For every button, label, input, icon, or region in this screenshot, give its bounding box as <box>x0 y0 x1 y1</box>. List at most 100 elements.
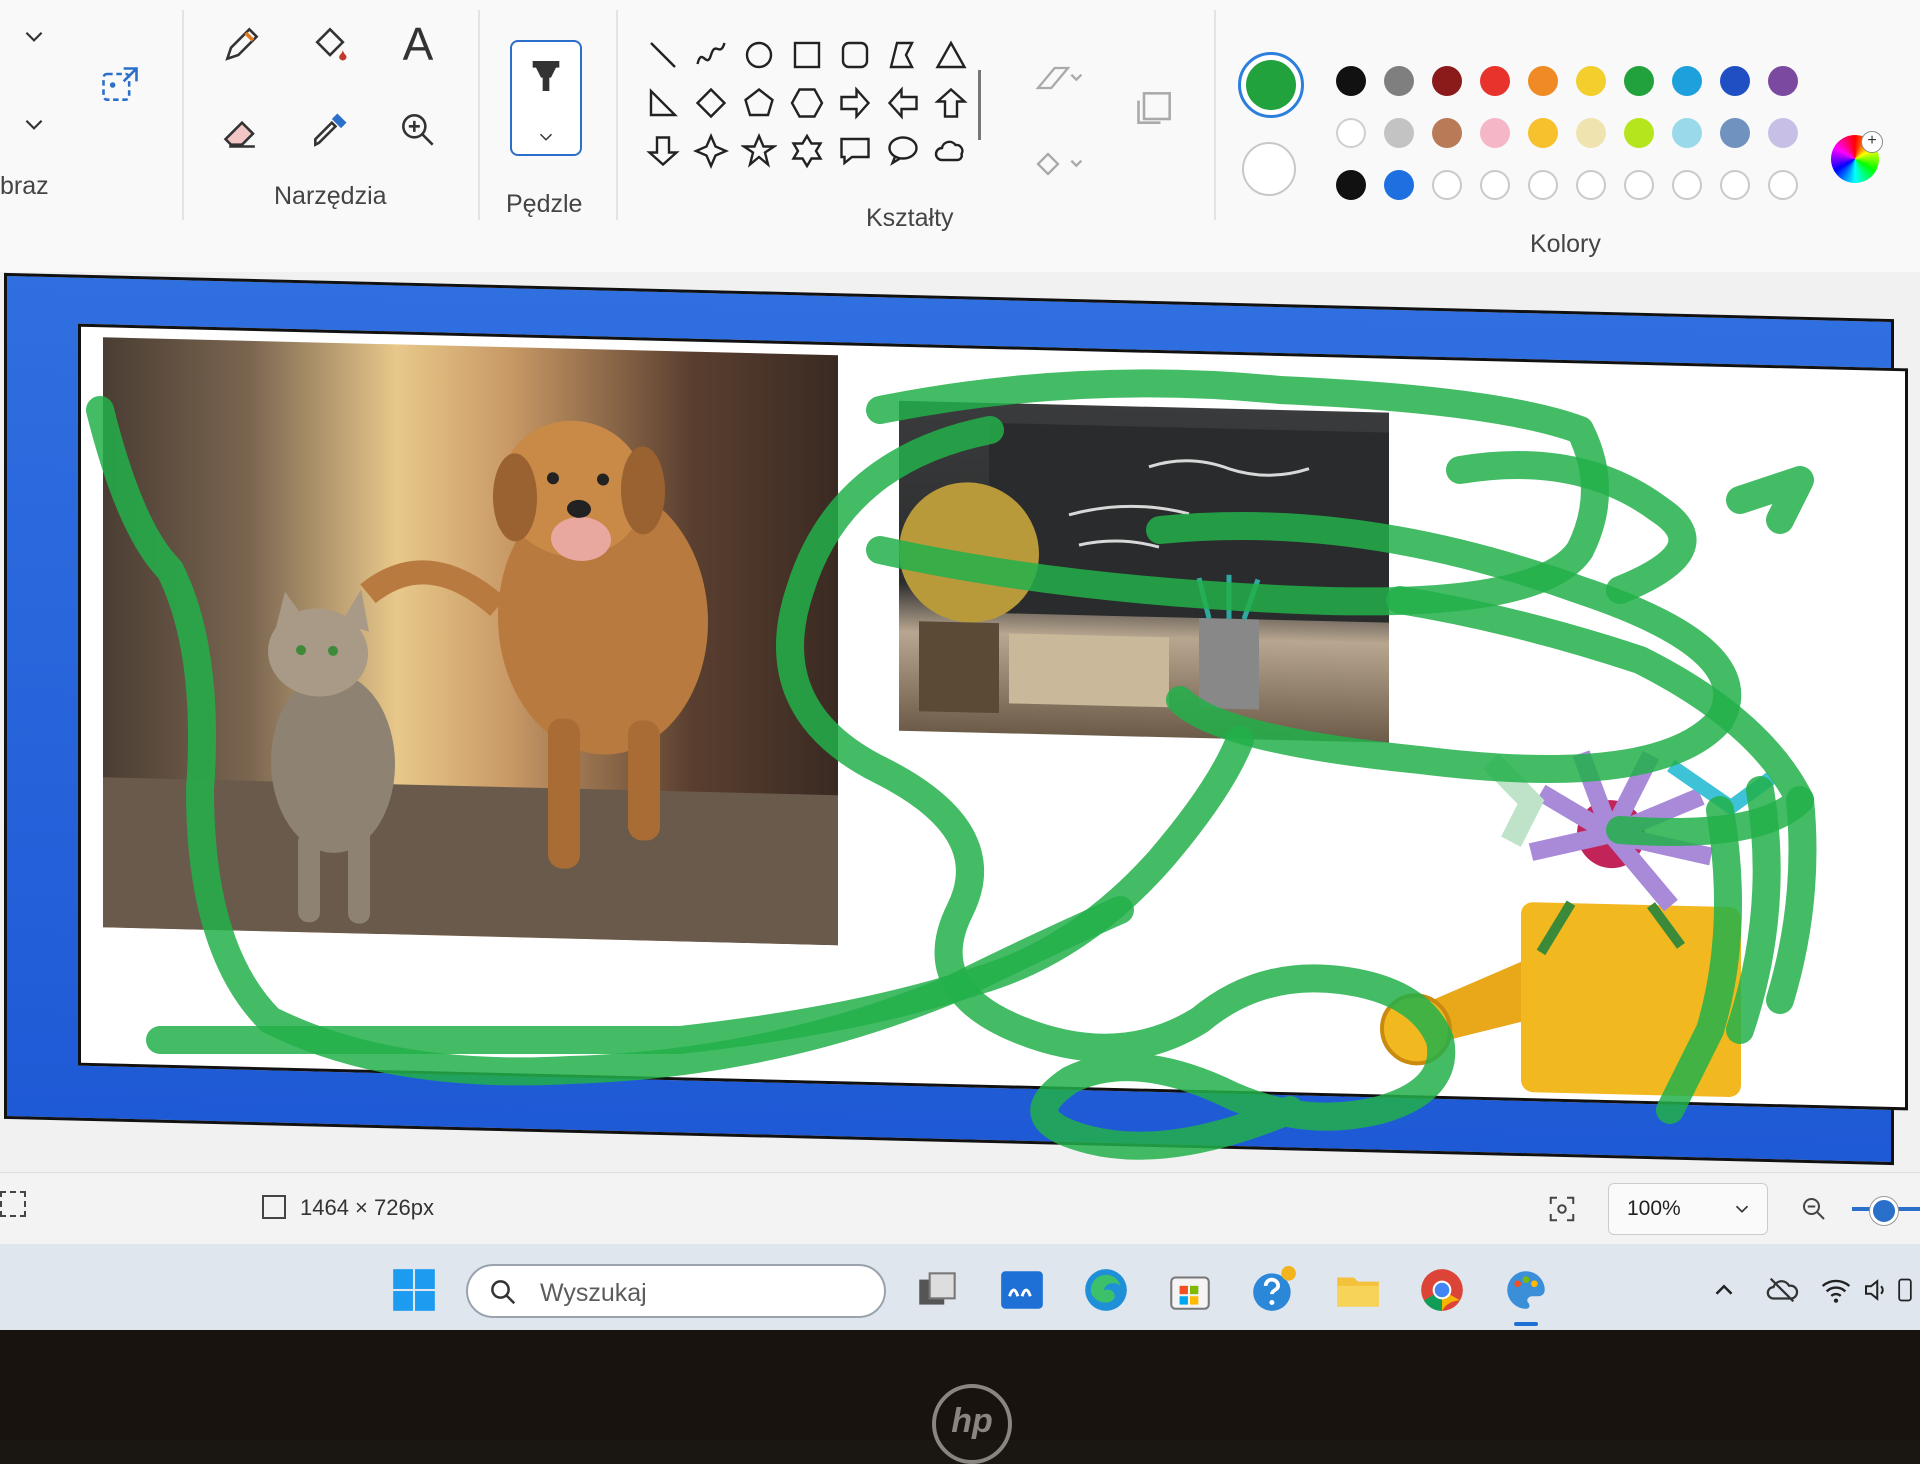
chevron-down-icon[interactable] <box>4 96 64 152</box>
dog-and-cat-photo <box>103 337 838 946</box>
color-swatch[interactable] <box>1432 66 1462 96</box>
color-swatch[interactable] <box>1480 118 1510 148</box>
five-point-star-shape-icon[interactable] <box>738 130 780 172</box>
text-tool-icon[interactable]: A <box>390 16 446 72</box>
school-chalkboard-photo <box>899 400 1389 743</box>
layers-icon[interactable] <box>1120 80 1190 136</box>
custom-color-slot[interactable] <box>1528 170 1558 200</box>
custom-color-slot[interactable] <box>1720 170 1750 200</box>
paint-app-icon[interactable] <box>1498 1262 1554 1326</box>
fit-to-window-icon[interactable] <box>1534 1181 1590 1237</box>
chevron-up-icon[interactable] <box>1696 1262 1752 1318</box>
windows-start-icon[interactable] <box>386 1262 442 1318</box>
eraser-icon[interactable] <box>214 102 270 158</box>
status-bar: 1464 × 726px 100% <box>0 1172 1920 1245</box>
divider <box>478 10 480 220</box>
chevron-down-icon <box>539 133 553 141</box>
custom-color-slot[interactable] <box>1672 170 1702 200</box>
color-swatch[interactable] <box>1672 66 1702 96</box>
color-swatch[interactable] <box>1768 66 1798 96</box>
custom-color-slot[interactable] <box>1576 170 1606 200</box>
polygon-shape-icon[interactable] <box>882 34 924 76</box>
get-help-icon[interactable] <box>1246 1262 1302 1318</box>
color-swatch[interactable] <box>1768 118 1798 148</box>
rect-callout-shape-icon[interactable] <box>834 130 876 172</box>
custom-color-slot[interactable] <box>1432 170 1462 200</box>
color-swatch[interactable] <box>1336 118 1366 148</box>
zoom-value: 100% <box>1627 1197 1681 1220</box>
colors-group-label: Kolory <box>1530 230 1601 258</box>
custom-color-slot[interactable] <box>1768 170 1798 200</box>
onedrive-icon[interactable] <box>1754 1262 1810 1318</box>
color-1-swatch[interactable] <box>1238 52 1304 118</box>
microsoft-store-icon[interactable] <box>1162 1262 1218 1318</box>
color-swatch[interactable] <box>1624 118 1654 148</box>
chevron-down-icon <box>1735 1205 1749 1213</box>
battery-icon[interactable] <box>1890 1262 1920 1318</box>
magnifier-icon[interactable] <box>390 102 446 158</box>
color-2-swatch[interactable] <box>1242 142 1296 196</box>
fill-bucket-icon[interactable] <box>302 16 358 72</box>
color-swatch[interactable] <box>1624 66 1654 96</box>
color-swatch[interactable] <box>1576 66 1606 96</box>
hexagon-shape-icon[interactable] <box>786 82 828 124</box>
color-swatch[interactable] <box>1720 118 1750 148</box>
color-swatch[interactable] <box>1336 170 1366 200</box>
arrow-left-shape-icon[interactable] <box>882 82 924 124</box>
curve-shape-icon[interactable] <box>690 34 732 76</box>
arrow-right-shape-icon[interactable] <box>834 82 876 124</box>
zoom-dropdown[interactable]: 100% <box>1608 1183 1768 1235</box>
four-point-star-shape-icon[interactable] <box>690 130 732 172</box>
color-swatch[interactable] <box>1432 118 1462 148</box>
zoom-out-icon[interactable] <box>1786 1181 1842 1237</box>
triangle-shape-icon[interactable] <box>930 34 972 76</box>
custom-color-slot[interactable] <box>1624 170 1654 200</box>
canvas-size-readout: 1464 × 726px <box>300 1195 434 1220</box>
pencil-icon[interactable] <box>214 16 270 72</box>
color-swatch[interactable] <box>1480 66 1510 96</box>
diamond-shape-icon[interactable] <box>690 82 732 124</box>
six-point-star-shape-icon[interactable] <box>786 130 828 172</box>
chevron-down-icon[interactable] <box>4 8 64 64</box>
color-swatch[interactable] <box>1672 118 1702 148</box>
shapes-group-label: Kształty <box>866 204 954 232</box>
pentagon-shape-icon[interactable] <box>738 82 780 124</box>
color-swatch[interactable] <box>1528 66 1558 96</box>
outline-style-icon[interactable] <box>1018 50 1098 106</box>
canvas[interactable] <box>78 323 1908 1111</box>
edit-colors-icon[interactable]: + <box>1824 128 1886 190</box>
taskbar-search[interactable]: Wyszukaj <box>466 1264 886 1318</box>
arrow-up-shape-icon[interactable] <box>930 82 972 124</box>
myhp-app-icon[interactable] <box>994 1262 1050 1318</box>
zoom-slider-thumb[interactable] <box>1870 1197 1898 1225</box>
color-swatch[interactable] <box>1384 170 1414 200</box>
color-picker-icon[interactable] <box>302 102 358 158</box>
line-shape-icon[interactable] <box>642 34 684 76</box>
search-placeholder: Wyszukaj <box>540 1279 647 1307</box>
brushes-button[interactable] <box>510 40 582 156</box>
arrow-down-shape-icon[interactable] <box>642 130 684 172</box>
tools-group-label: Narzędzia <box>274 182 387 210</box>
edge-browser-icon[interactable] <box>1078 1262 1134 1318</box>
color-swatch[interactable] <box>1384 66 1414 96</box>
right-triangle-shape-icon[interactable] <box>642 82 684 124</box>
color-swatch[interactable] <box>1336 66 1366 96</box>
rectangle-shape-icon[interactable] <box>786 34 828 76</box>
color-swatch[interactable] <box>1576 118 1606 148</box>
custom-color-slot[interactable] <box>1480 170 1510 200</box>
shapes-scrollbar[interactable] <box>978 70 981 140</box>
plus-icon: + <box>1861 131 1883 153</box>
task-view-icon[interactable] <box>910 1262 966 1318</box>
image-resize-icon[interactable] <box>90 50 150 120</box>
oval-callout-shape-icon[interactable] <box>882 130 924 172</box>
file-explorer-icon[interactable] <box>1330 1262 1386 1318</box>
oval-shape-icon[interactable] <box>738 34 780 76</box>
color-swatch[interactable] <box>1528 118 1558 148</box>
fill-style-icon[interactable] <box>1018 136 1098 192</box>
rounded-rectangle-shape-icon[interactable] <box>834 34 876 76</box>
divider <box>616 10 618 220</box>
color-swatch[interactable] <box>1384 118 1414 148</box>
chrome-browser-icon[interactable] <box>1414 1262 1470 1318</box>
color-swatch[interactable] <box>1720 66 1750 96</box>
cloud-callout-shape-icon[interactable] <box>930 130 972 172</box>
